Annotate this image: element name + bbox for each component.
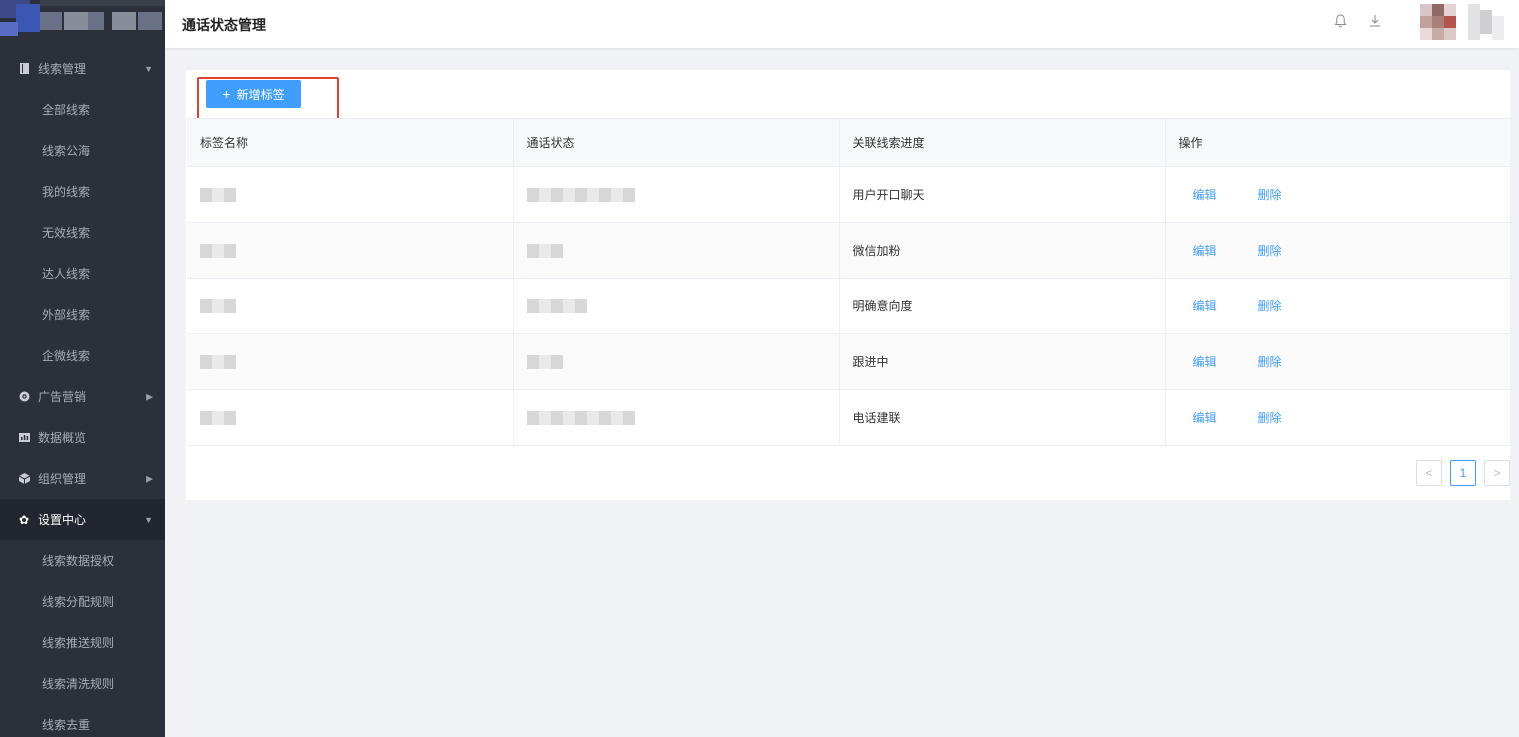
- call-status-cell: [513, 222, 840, 279]
- sidebar-item-all-leads[interactable]: 全部线索: [0, 89, 165, 130]
- redacted-text: [200, 299, 236, 314]
- redacted-text: [526, 243, 563, 258]
- page-number-button[interactable]: 1: [1450, 460, 1476, 486]
- user-menu[interactable]: [1468, 4, 1504, 40]
- content-card: + 新增标签 标签名称 通话状态 关联线索进度 操作 用户开口聊天 编辑删除: [186, 70, 1511, 500]
- sidebar-group-label: 组织管理: [38, 472, 87, 486]
- sidebar-item-dedupe[interactable]: 线索去重: [0, 704, 165, 737]
- lead-progress-cell: 微信加粉: [839, 222, 1166, 279]
- sidebar-item-my-leads[interactable]: 我的线索: [0, 171, 165, 212]
- lead-progress-cell: 明确意向度: [839, 278, 1166, 335]
- redacted-text: [200, 243, 236, 258]
- edit-link[interactable]: 编辑: [1193, 355, 1217, 369]
- target-icon: [18, 391, 30, 403]
- table-row: 微信加粉 编辑 删除: [187, 222, 1511, 279]
- top-header: 通话状态管理: [165, 0, 1519, 48]
- delete-link[interactable]: 删除: [1258, 411, 1282, 425]
- delete-link[interactable]: 删除: [1258, 355, 1282, 369]
- edit-link[interactable]: 编辑: [1193, 188, 1217, 202]
- chevron-right-icon: ▶: [146, 473, 153, 483]
- edit-link[interactable]: 编辑: [1193, 411, 1217, 425]
- lead-progress-cell: 跟进中: [839, 333, 1166, 391]
- tag-name-cell: [187, 389, 514, 446]
- next-page-button[interactable]: >: [1484, 460, 1510, 486]
- sidebar-item-wecom-leads[interactable]: 企微线索: [0, 335, 165, 376]
- sidebar-item-assign-rules[interactable]: 线索分配规则: [0, 581, 165, 622]
- actions-cell: 编辑 删除: [1165, 166, 1511, 223]
- call-status-cell: [513, 166, 840, 223]
- chart-icon: [18, 432, 30, 444]
- edit-link[interactable]: 编辑: [1193, 244, 1217, 258]
- book-icon: [18, 62, 30, 75]
- sidebar-group-label: 广告营销: [38, 390, 87, 404]
- tag-name-cell: [187, 333, 514, 391]
- sidebar-group-label: 线索管理: [38, 62, 87, 76]
- tag-table: 标签名称 通话状态 关联线索进度 操作 用户开口聊天 编辑 删除 微信加粉 编辑删…: [187, 118, 1511, 446]
- page-title: 通话状态管理: [182, 17, 266, 33]
- delete-link[interactable]: 删除: [1258, 244, 1282, 258]
- table-row: 电话建联 编辑 删除: [187, 389, 1511, 446]
- actions-cell: 编辑 删除: [1165, 278, 1511, 335]
- chevron-right-icon: ▶: [146, 391, 153, 401]
- table-header-row: 标签名称 通话状态 关联线索进度 操作: [187, 118, 1511, 167]
- sidebar-group-leads[interactable]: 线索管理 ▼: [0, 48, 165, 89]
- call-status-cell: [513, 333, 840, 391]
- lead-progress-cell: 用户开口聊天: [839, 166, 1166, 223]
- sidebar-group-org[interactable]: 组织管理 ▶: [0, 458, 165, 499]
- plus-icon: +: [222, 86, 231, 102]
- download-icon[interactable]: [1366, 14, 1384, 32]
- sidebar-item-clean-rules[interactable]: 线索清洗规则: [0, 663, 165, 704]
- redacted-text: [200, 187, 236, 202]
- actions-cell: 编辑 删除: [1165, 389, 1511, 446]
- redacted-text: [526, 355, 563, 370]
- table-row: 跟进中 编辑 删除: [187, 333, 1511, 391]
- cube-icon: [18, 472, 30, 485]
- avatar[interactable]: [1420, 4, 1456, 40]
- sidebar-item-invalid-leads[interactable]: 无效线索: [0, 212, 165, 253]
- actions-cell: 编辑 删除: [1165, 222, 1511, 279]
- column-header-lead-progress: 关联线索进度: [839, 118, 1166, 167]
- chevron-down-icon: ▼: [144, 63, 153, 74]
- tag-name-cell: [187, 166, 514, 223]
- prev-page-button[interactable]: <: [1416, 460, 1442, 486]
- sidebar-group-settings[interactable]: ✿ 设置中心 ▼: [0, 499, 165, 540]
- edit-link[interactable]: 编辑: [1193, 299, 1217, 313]
- lead-progress-cell: 电话建联: [839, 389, 1166, 446]
- tag-name-cell: [187, 278, 514, 335]
- redacted-text: [526, 411, 635, 425]
- bell-icon[interactable]: [1331, 14, 1349, 32]
- sidebar-item-lead-pool[interactable]: 线索公海: [0, 130, 165, 171]
- add-tag-button[interactable]: + 新增标签: [206, 80, 301, 108]
- redacted-text: [526, 187, 635, 202]
- column-header-call-status: 通话状态: [513, 118, 840, 167]
- delete-link[interactable]: 删除: [1258, 188, 1282, 202]
- sidebar: 线索管理 ▼ 全部线索 线索公海 我的线索 无效线索 达人线索 外部线索 企微线…: [0, 0, 165, 737]
- sidebar-item-push-rules[interactable]: 线索推送规则: [0, 622, 165, 663]
- sidebar-item-external-leads[interactable]: 外部线索: [0, 294, 165, 335]
- sidebar-group-ads[interactable]: 广告营销 ▶: [0, 376, 165, 417]
- table-row: 明确意向度 编辑 删除: [187, 278, 1511, 335]
- table-row: 用户开口聊天 编辑 删除: [187, 166, 1511, 223]
- sidebar-item-influencer-leads[interactable]: 达人线索: [0, 253, 165, 294]
- chevron-down-icon: ▼: [144, 514, 153, 525]
- sidebar-item-data-auth[interactable]: 线索数据授权: [0, 540, 165, 581]
- actions-cell: 编辑 删除: [1165, 333, 1511, 391]
- pagination: < 1 >: [1408, 460, 1510, 486]
- redacted-text: [200, 355, 236, 370]
- gear-icon: ✿: [18, 512, 30, 527]
- redacted-text: [200, 411, 236, 425]
- delete-link[interactable]: 删除: [1258, 299, 1282, 313]
- logo: [0, 0, 165, 48]
- call-status-cell: [513, 389, 840, 446]
- column-header-tag-name: 标签名称: [187, 118, 514, 167]
- sidebar-group-label: 数据概览: [38, 431, 87, 445]
- tag-name-cell: [187, 222, 514, 279]
- call-status-cell: [513, 278, 840, 335]
- redacted-text: [526, 299, 587, 314]
- add-tag-label: 新增标签: [236, 87, 285, 102]
- sidebar-group-label: 设置中心: [38, 513, 87, 527]
- column-header-actions: 操作: [1165, 118, 1511, 167]
- sidebar-group-data-overview[interactable]: 数据概览: [0, 417, 165, 458]
